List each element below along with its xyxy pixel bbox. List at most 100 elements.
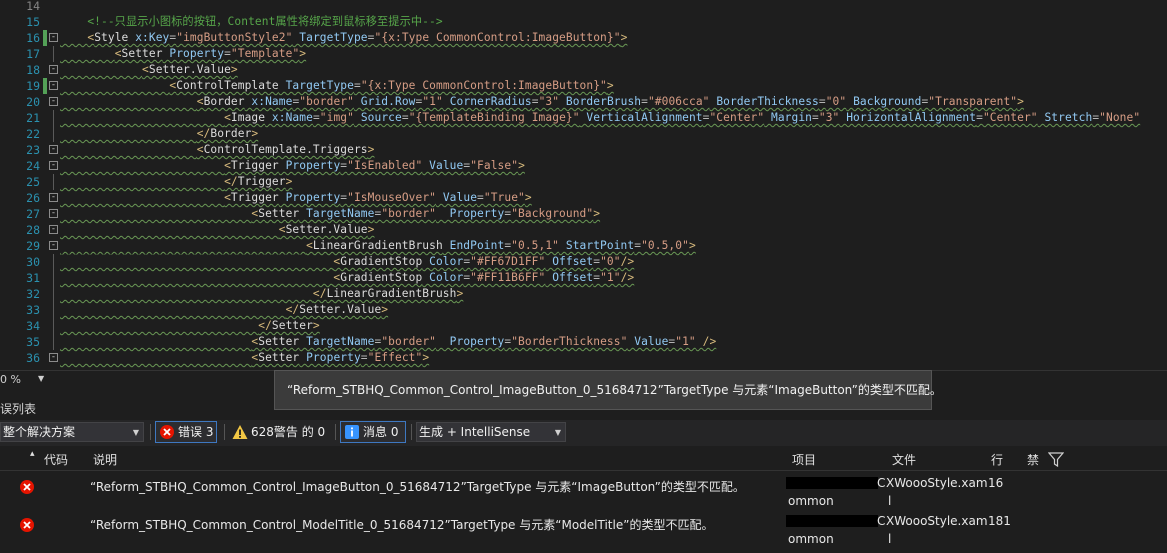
code-text[interactable]: <GradientStop Color="#FF67D1FF" Offset="… xyxy=(60,254,634,270)
code-line[interactable]: 29- <LinearGradientBrush EndPoint="0.5,1… xyxy=(0,238,1167,254)
code-line[interactable]: 19- <ControlTemplate TargetType="{x:Type… xyxy=(0,78,1167,94)
code-line[interactable]: 15 <!--只显示小图标的按钮，Content属性将绑定到鼠标移至提示中--> xyxy=(0,14,1167,30)
code-text[interactable]: </LinearGradientBrush> xyxy=(60,286,463,302)
code-text[interactable]: <Setter TargetName="border" Property="Ba… xyxy=(60,206,600,222)
code-token: = xyxy=(641,95,648,108)
header-line[interactable]: 行 xyxy=(991,451,1003,468)
code-text[interactable]: <Setter Property="Template"> xyxy=(60,46,306,62)
code-text[interactable]: <!--只显示小图标的按钮，Content属性将绑定到鼠标移至提示中--> xyxy=(60,14,443,30)
collapse-icon[interactable]: - xyxy=(49,145,58,154)
table-row[interactable]: “Reform_STBHQ_Common_Control_ImageButton… xyxy=(0,470,1167,508)
collapse-icon[interactable]: - xyxy=(49,353,58,362)
header-project[interactable]: 项目 xyxy=(792,451,816,468)
code-text[interactable]: <Setter.Value> xyxy=(60,222,375,238)
code-line[interactable]: 16- <Style x:Key="imgButtonStyle2" Targe… xyxy=(0,30,1167,46)
code-token: "Center" xyxy=(982,111,1038,124)
code-text[interactable]: </Trigger> xyxy=(60,174,292,190)
code-token: EndPoint xyxy=(442,239,505,252)
toolbar-divider xyxy=(335,424,336,440)
errors-filter-button[interactable]: 错误 3 xyxy=(155,421,217,443)
code-line[interactable]: 33 </Setter.Value> xyxy=(0,302,1167,318)
code-line[interactable]: 28- <Setter.Value> xyxy=(0,222,1167,238)
code-text[interactable]: <ControlTemplate.Triggers> xyxy=(60,142,375,158)
code-line[interactable]: 31 <GradientStop Color="#FF11B6FF" Offse… xyxy=(0,270,1167,286)
code-text[interactable]: <Setter.Value> xyxy=(60,62,238,78)
outline-guide xyxy=(53,110,54,126)
header-code[interactable]: 代码 xyxy=(44,451,68,468)
collapse-icon[interactable]: - xyxy=(49,81,58,90)
code-text[interactable]: <Border x:Name = "border" Grid.Row = "1" Cor… xyxy=(60,94,1024,110)
code-text[interactable]: </Setter.Value> xyxy=(60,302,388,318)
code-editor[interactable]: 14 15 <!--只显示小图标的按钮，Content属性将绑定到鼠标移至提示中-… xyxy=(0,0,1167,370)
code-line[interactable]: 18- <Setter.Value> xyxy=(0,62,1167,78)
code-text[interactable]: <GradientStop Color="#FF11B6FF" Offset="… xyxy=(60,270,634,286)
zoom-level[interactable]: 0 % xyxy=(0,373,21,386)
code-text[interactable]: <Trigger Property="IsMouseOver" Value="T… xyxy=(60,190,532,206)
code-token: TargetName xyxy=(299,207,375,220)
code-line[interactable]: 14 xyxy=(0,0,1167,14)
code-text[interactable]: </Setter> xyxy=(60,318,320,334)
collapse-icon[interactable]: - xyxy=(49,65,58,74)
code-text[interactable]: </Border> xyxy=(60,126,258,142)
code-token: Property xyxy=(278,191,341,204)
row-file-tail: l xyxy=(888,532,892,546)
line-number: 21 xyxy=(26,111,40,125)
code-text[interactable]: <Setter TargetName="border" Property="Bo… xyxy=(60,334,716,350)
code-token: Setter.Value xyxy=(299,303,382,316)
build-filter-dropdown[interactable]: 生成 + IntelliSense ▼ xyxy=(416,422,566,442)
code-line[interactable]: 26- <Trigger Property = "IsMouseOver" Valu… xyxy=(0,190,1167,206)
header-file[interactable]: 文件 xyxy=(892,451,916,468)
collapse-icon[interactable]: - xyxy=(49,209,58,218)
row-description: “Reform_STBHQ_Common_Control_ModelTitle_… xyxy=(90,518,714,532)
collapse-icon[interactable]: - xyxy=(49,161,58,170)
collapse-icon[interactable]: - xyxy=(49,97,58,106)
code-text[interactable]: <LinearGradientBrush EndPoint="0.5,1" St… xyxy=(60,238,696,254)
zoom-dropdown-icon[interactable]: ▼ xyxy=(38,374,44,383)
collapse-icon[interactable]: - xyxy=(49,241,58,250)
code-token: "0" xyxy=(825,95,847,108)
code-token: Trigger xyxy=(237,175,286,188)
scope-dropdown[interactable]: 整个解决方案 ▼ xyxy=(0,422,144,442)
code-text[interactable]: <Style x:Key="imgButtonStyle2" TargetTyp… xyxy=(60,30,627,46)
code-text[interactable]: <ControlTemplate TargetType="{x:Type Com… xyxy=(60,78,614,94)
header-description[interactable]: 说明 xyxy=(93,451,117,468)
errors-filter-label: 错误 3 xyxy=(178,425,214,439)
filter-icon[interactable] xyxy=(1048,452,1064,467)
line-number: 29 xyxy=(26,239,40,253)
collapse-icon[interactable]: - xyxy=(49,193,58,202)
code-token: "border" xyxy=(381,207,436,220)
code-token: "#FF11B6FF" xyxy=(470,271,546,284)
code-line[interactable]: 35 <Setter TargetName="border" Property=… xyxy=(0,334,1167,350)
code-line[interactable]: 22 </Border> xyxy=(0,126,1167,142)
code-token: Value xyxy=(436,191,478,204)
code-token: Grid.Row xyxy=(353,95,416,108)
code-line[interactable]: 25 </Trigger> xyxy=(0,174,1167,190)
code-line[interactable]: 23- <ControlTemplate.Triggers> xyxy=(0,142,1167,158)
code-line[interactable]: 24- <Trigger Property="IsEnabled" Value=… xyxy=(0,158,1167,174)
code-line[interactable]: 30 <GradientStop Color="#FF67D1FF" Offse… xyxy=(0,254,1167,270)
sort-icon[interactable]: ▴ xyxy=(30,449,35,459)
table-row[interactable]: “Reform_STBHQ_Common_Control_ModelTitle_… xyxy=(0,508,1167,546)
collapse-icon[interactable]: - xyxy=(49,33,58,42)
collapse-icon[interactable]: - xyxy=(49,225,58,234)
code-line[interactable]: 20- <Border x:Name = "border" Grid.Row = "1"… xyxy=(0,94,1167,110)
code-line[interactable]: 36- <Setter Property="Effect"> xyxy=(0,350,1167,366)
code-line[interactable]: 21 <Image x:Name="img" Source="{Template… xyxy=(0,110,1167,126)
code-token: = xyxy=(976,111,983,124)
messages-filter-button[interactable]: 消息 0 xyxy=(340,421,406,443)
code-text[interactable]: <Image x:Name="img" Source="{TemplateBin… xyxy=(60,110,1140,126)
code-token: "border" xyxy=(381,335,436,348)
code-text[interactable]: <Trigger Property="IsEnabled" Value="Fal… xyxy=(60,158,525,174)
info-icon xyxy=(345,425,359,439)
code-token: TargetType xyxy=(278,79,354,92)
code-line[interactable]: 27- <Setter TargetName="border" Property… xyxy=(0,206,1167,222)
code-line[interactable]: 17 <Setter Property="Template"> xyxy=(0,46,1167,62)
warnings-filter-button[interactable]: 628警告 的 0 xyxy=(228,421,332,443)
header-suppress[interactable]: 禁 xyxy=(1027,451,1039,468)
code-text[interactable]: <Setter Property="Effect"> xyxy=(60,350,429,366)
code-token: </ xyxy=(224,175,238,188)
code-line[interactable]: 34 </Setter> xyxy=(0,318,1167,334)
code-line[interactable]: 32 </LinearGradientBrush> xyxy=(0,286,1167,302)
